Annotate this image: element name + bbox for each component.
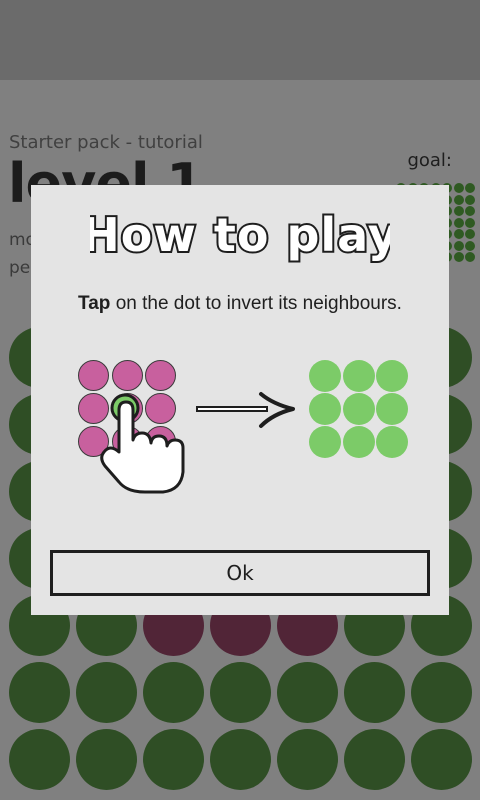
- ok-button[interactable]: Ok: [50, 550, 430, 596]
- dialog-title-text: How to play: [90, 208, 390, 262]
- goal-dot: [465, 206, 475, 216]
- after-dot: [342, 426, 375, 458]
- goal-dot: [453, 240, 464, 251]
- goal-dot: [465, 217, 475, 228]
- goal-dot: [453, 229, 464, 239]
- board-dot[interactable]: [277, 729, 338, 790]
- board-dot[interactable]: [143, 729, 204, 790]
- board-dot[interactable]: [344, 729, 405, 790]
- hand-pointer-icon: [100, 393, 185, 494]
- pack-title: Starter pack - tutorial: [9, 132, 203, 153]
- goal-dot: [465, 194, 475, 205]
- goal-dot: [453, 183, 464, 193]
- after-dot: [342, 360, 375, 392]
- board-dot[interactable]: [344, 662, 405, 723]
- goal-dot: [453, 252, 464, 262]
- after-dot: [376, 393, 408, 425]
- goal-dot: [453, 194, 464, 205]
- instruction-rest: on the dot to invert its neighbours.: [115, 293, 402, 314]
- board-dot[interactable]: [210, 729, 271, 790]
- after-dot: [376, 426, 408, 458]
- goal-dot: [453, 217, 464, 228]
- dialog-title: How to play: [31, 199, 449, 269]
- board-dot[interactable]: [411, 729, 472, 790]
- board-dot[interactable]: [9, 662, 70, 723]
- instruction-bold: Tap: [78, 293, 111, 314]
- top-bar: [0, 0, 480, 80]
- after-dot: [309, 360, 341, 392]
- board-dot[interactable]: [277, 662, 338, 723]
- perfect-label: pe: [9, 258, 31, 278]
- arrow-icon: [196, 392, 295, 428]
- goal-dot: [465, 183, 475, 193]
- after-dot: [376, 360, 408, 392]
- board-dot[interactable]: [76, 729, 137, 790]
- board-dot[interactable]: [76, 662, 137, 723]
- goal-dot: [465, 229, 475, 239]
- goal-dot: [453, 206, 464, 216]
- after-dot: [309, 393, 341, 425]
- how-to-play-dialog: How to play Tap on the dot to invert its…: [31, 185, 449, 615]
- goal-label: goal:: [407, 150, 452, 171]
- board-dot[interactable]: [411, 662, 472, 723]
- board-dot[interactable]: [143, 662, 204, 723]
- board-dot[interactable]: [210, 662, 271, 723]
- after-dot: [309, 426, 341, 458]
- after-dot: [342, 393, 375, 425]
- instruction-text: Tap on the dot to invert its neighbours.: [31, 293, 449, 315]
- goal-dot: [465, 252, 475, 262]
- goal-dot: [465, 240, 475, 251]
- board-dot[interactable]: [9, 729, 70, 790]
